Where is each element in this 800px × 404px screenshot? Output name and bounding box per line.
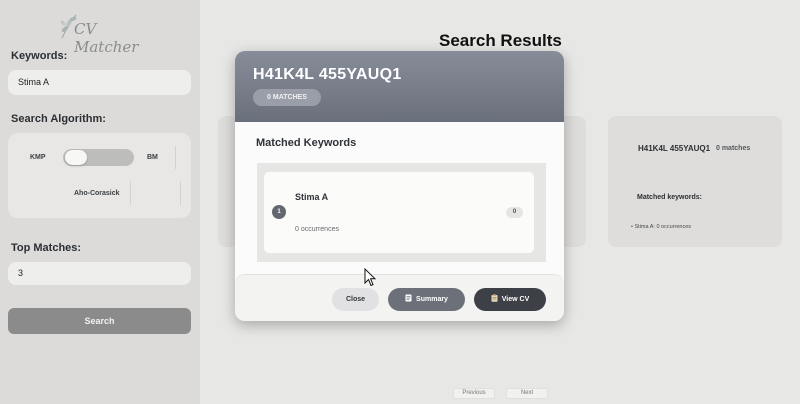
matched-keywords-heading: Matched Keywords <box>256 137 357 149</box>
matches-badge: 0 MATCHES <box>253 89 321 106</box>
modal-title: H41K4L 455YAUQ1 <box>253 66 402 83</box>
view-cv-button[interactable]: View CV <box>474 288 546 311</box>
mouse-pointer-icon <box>364 268 376 287</box>
keyword-index-badge: 1 <box>272 205 286 219</box>
summary-button-label: Summary <box>416 296 448 303</box>
algorithm-option-kmp[interactable]: KMP <box>30 154 46 161</box>
algorithm-option-aho-corasick[interactable]: Aho-Corasick <box>74 190 120 197</box>
search-button[interactable]: Search <box>8 308 191 334</box>
next-page-button[interactable]: Next <box>506 388 548 399</box>
summary-button[interactable]: Summary <box>388 288 465 311</box>
algorithm-option-bm[interactable]: BM <box>147 154 158 161</box>
keywords-input[interactable]: Stima A <box>8 70 191 95</box>
algorithm-selector: KMP BM Aho-Corasick <box>8 133 191 218</box>
keyword-item: 1 Stima A 0 occurrences 0 <box>264 172 534 253</box>
close-button-label: Close <box>345 296 366 303</box>
keywords-label: Keywords: <box>11 50 68 62</box>
modal-footer: Close Summary View CV <box>235 274 564 321</box>
sidebar: CV Matcher Keywords: Stima A Search Algo… <box>0 0 200 404</box>
page-title: Search Results <box>439 31 562 50</box>
divider <box>175 146 176 169</box>
view-cv-button-label: View CV <box>501 296 530 303</box>
close-button[interactable]: Close <box>332 288 379 311</box>
toggle-knob <box>65 150 87 165</box>
result-card-matched-label: Matched keywords: <box>637 194 702 201</box>
cv-detail-modal: H41K4L 455YAUQ1 0 MATCHES Matched Keywor… <box>235 51 564 321</box>
divider <box>180 181 181 205</box>
result-card-matches: 0 matches <box>716 145 751 152</box>
result-card-name: H41K4L 455YAUQ1 <box>638 144 711 153</box>
algorithm-label: Search Algorithm: <box>11 113 106 125</box>
keyword-name: Stima A <box>295 192 329 202</box>
divider <box>130 181 131 205</box>
clipboard-icon <box>491 294 498 302</box>
logo-text: CV Matcher <box>74 20 139 56</box>
top-matches-label: Top Matches: <box>11 242 82 254</box>
previous-page-button[interactable]: Previous <box>453 388 495 399</box>
keyword-list: 1 Stima A 0 occurrences 0 <box>257 163 546 262</box>
result-card-matched-item: • Stima A: 0 occurrences <box>631 224 692 230</box>
keyword-count-badge: 0 <box>506 207 523 218</box>
top-matches-input[interactable]: 3 <box>8 262 191 285</box>
result-card[interactable]: H41K4L 455YAUQ1 0 matches Matched keywor… <box>608 116 782 247</box>
keyword-occurrences: 0 occurrences <box>295 226 339 233</box>
modal-header: H41K4L 455YAUQ1 0 MATCHES <box>235 51 564 122</box>
document-icon <box>405 294 412 302</box>
algorithm-toggle[interactable] <box>63 149 134 166</box>
app-logo[interactable]: CV Matcher <box>56 12 146 56</box>
